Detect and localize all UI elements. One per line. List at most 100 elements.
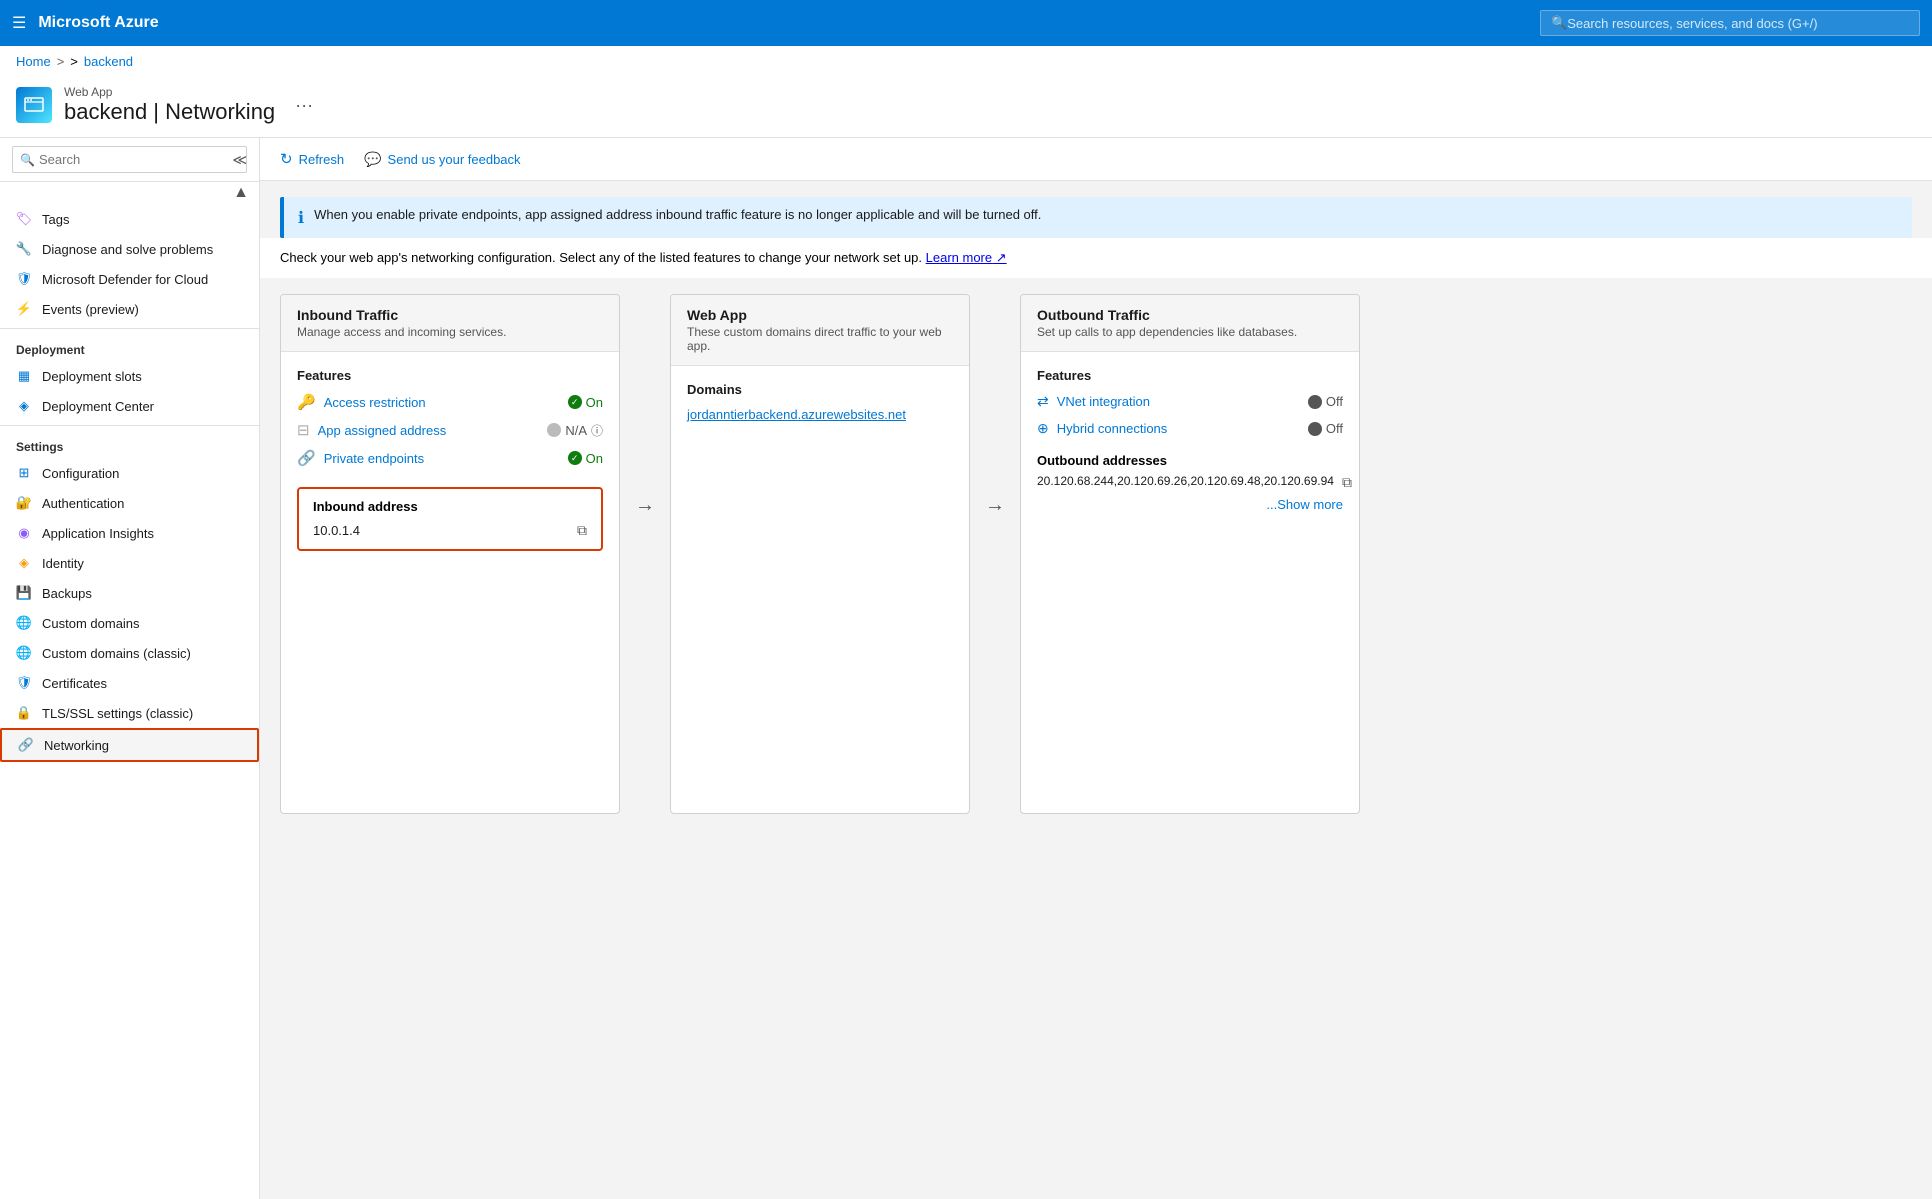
sidebar-item-certificates[interactable]: 🛡 Certificates: [0, 668, 259, 698]
status-off-dot2: [1308, 422, 1322, 436]
domains-label: Domains: [687, 382, 953, 397]
breadcrumb-home[interactable]: Home: [16, 54, 51, 69]
description-bar: Check your web app's networking configur…: [260, 238, 1932, 278]
arrow-inbound-to-webapp: →: [620, 294, 670, 517]
sidebar-item-app-insights[interactable]: ◉ Application Insights: [0, 518, 259, 548]
outbound-traffic-box: Outbound Traffic Set up calls to app dep…: [1020, 294, 1360, 814]
sidebar-label-diagnose: Diagnose and solve problems: [42, 242, 213, 257]
sidebar-item-defender[interactable]: 🛡 Microsoft Defender for Cloud: [0, 264, 259, 294]
feedback-button[interactable]: 💬 Send us your feedback: [364, 147, 520, 172]
deployment-slots-icon: ▦: [16, 368, 32, 384]
sidebar-label-tls-ssl: TLS/SSL settings (classic): [42, 706, 193, 721]
refresh-button[interactable]: ↻ Refresh: [280, 146, 344, 172]
learn-more-link[interactable]: Learn more ↗: [926, 250, 1007, 265]
sidebar-item-diagnose[interactable]: 🔧 Diagnose and solve problems: [0, 234, 259, 264]
private-endpoints-icon: 🔗: [297, 449, 316, 467]
breadcrumb-sep2: >: [70, 54, 78, 69]
hamburger-menu[interactable]: ☰: [12, 13, 26, 33]
status-on-dot: ✓: [568, 395, 582, 409]
networking-icon: 🔗: [18, 737, 34, 753]
private-endpoints-link[interactable]: Private endpoints: [324, 451, 560, 466]
sidebar-item-configuration[interactable]: ⊞ Configuration: [0, 458, 259, 488]
sidebar-item-tls-ssl[interactable]: 🔒 TLS/SSL settings (classic): [0, 698, 259, 728]
global-search-placeholder: Search resources, services, and docs (G+…: [1567, 16, 1817, 31]
sidebar-search-input[interactable]: [12, 146, 247, 173]
hybrid-link[interactable]: Hybrid connections: [1057, 421, 1300, 436]
content-area: ↻ Refresh 💬 Send us your feedback ℹ When…: [260, 138, 1932, 1199]
app-insights-icon: ◉: [16, 525, 32, 541]
sidebar-label-tags: Tags: [42, 212, 69, 227]
sidebar-item-identity[interactable]: ◈ Identity: [0, 548, 259, 578]
page-header: Web App backend | Networking ···: [0, 77, 1932, 138]
access-restriction-status: ✓ On: [568, 395, 603, 410]
sidebar-item-authentication[interactable]: 🔐 Authentication: [0, 488, 259, 518]
app-assigned-icon: ⊟: [297, 421, 310, 439]
private-endpoints-status: ✓ On: [568, 451, 603, 466]
sidebar-item-networking[interactable]: 🔗 Networking: [0, 728, 259, 762]
inbound-address-box: Inbound address 10.0.1.4 ⧉: [297, 487, 603, 551]
networking-diagram: Inbound Traffic Manage access and incomi…: [260, 278, 1932, 830]
outbound-header: Outbound Traffic Set up calls to app dep…: [1021, 295, 1359, 352]
domain-link[interactable]: jordanntierbackend.azurewebsites.net: [687, 407, 906, 422]
sidebar-item-custom-domains[interactable]: 🌐 Custom domains: [0, 608, 259, 638]
sidebar-label-custom-domains-classic: Custom domains (classic): [42, 646, 191, 661]
outbound-features-label: Features: [1037, 368, 1343, 383]
outbound-body: Features ⇄ VNet integration Off ⊕ Hybrid: [1021, 352, 1359, 528]
backups-icon: 💾: [16, 585, 32, 601]
arrow-icon-2: →: [985, 494, 1005, 517]
copy-outbound-addresses-button[interactable]: ⧉: [1342, 474, 1352, 491]
feature-row-vnet: ⇄ VNet integration Off: [1037, 393, 1343, 410]
identity-icon: ◈: [16, 555, 32, 571]
sidebar-item-custom-domains-classic[interactable]: 🌐 Custom domains (classic): [0, 638, 259, 668]
webapp-title: Web App: [687, 307, 953, 323]
app-assigned-link[interactable]: App assigned address: [318, 423, 540, 438]
custom-domains-classic-icon: 🌐: [16, 645, 32, 661]
outbound-title: Outbound Traffic: [1037, 307, 1343, 323]
inbound-subtitle: Manage access and incoming services.: [297, 325, 603, 339]
arrow-webapp-to-outbound: →: [970, 294, 1020, 517]
custom-domains-icon: 🌐: [16, 615, 32, 631]
inbound-traffic-box: Inbound Traffic Manage access and incomi…: [280, 294, 620, 814]
sidebar-item-events[interactable]: ⚡ Events (preview): [0, 294, 259, 324]
show-more-link[interactable]: ...Show more: [1037, 497, 1343, 512]
vnet-link[interactable]: VNet integration: [1057, 394, 1300, 409]
sidebar-collapse-button[interactable]: ≪: [232, 151, 247, 168]
access-restriction-icon: 🔑: [297, 393, 316, 411]
copy-inbound-address-button[interactable]: ⧉: [577, 522, 587, 539]
outbound-subtitle: Set up calls to app dependencies like da…: [1037, 325, 1343, 339]
sidebar-label-custom-domains: Custom domains: [42, 616, 140, 631]
sidebar-label-certificates: Certificates: [42, 676, 107, 691]
vnet-status-text: Off: [1326, 394, 1343, 409]
sidebar-label-events: Events (preview): [42, 302, 139, 317]
outbound-addresses-value: 20.120.68.244,20.120.69.26,20.120.69.48,…: [1037, 474, 1334, 488]
refresh-icon: ↻: [280, 150, 293, 168]
inbound-body: Features 🔑 Access restriction ✓ On ⊟ App: [281, 352, 619, 567]
sidebar-item-deployment-slots[interactable]: ▦ Deployment slots: [0, 361, 259, 391]
breadcrumb-backend[interactable]: backend: [84, 54, 133, 69]
status-on-dot2: ✓: [568, 451, 582, 465]
webapp-icon: [16, 87, 52, 123]
webapp-header: Web App These custom domains direct traf…: [671, 295, 969, 366]
more-options-button[interactable]: ···: [295, 95, 313, 116]
outbound-addresses-label: Outbound addresses: [1037, 453, 1343, 468]
sidebar-item-tags[interactable]: 🏷 Tags: [0, 204, 259, 234]
page-subtitle: Web App: [64, 85, 275, 99]
outbound-addresses-section: Outbound addresses 20.120.68.244,20.120.…: [1037, 453, 1343, 512]
sidebar-item-deployment-center[interactable]: ◈ Deployment Center: [0, 391, 259, 421]
sidebar-item-backups[interactable]: 💾 Backups: [0, 578, 259, 608]
info-banner-text: When you enable private endpoints, app a…: [314, 207, 1041, 222]
tags-icon: 🏷: [16, 211, 32, 227]
sidebar-divider-1: [0, 328, 259, 329]
status-off-dot1: [1308, 395, 1322, 409]
access-restriction-link[interactable]: Access restriction: [324, 395, 560, 410]
authentication-icon: 🔐: [16, 495, 32, 511]
outbound-addresses-row: 20.120.68.244,20.120.69.26,20.120.69.48,…: [1037, 474, 1343, 491]
app-assigned-info-icon: ⓘ: [591, 422, 603, 439]
refresh-label: Refresh: [299, 152, 345, 167]
sidebar-label-backups: Backups: [42, 586, 92, 601]
feature-row-access-restriction: 🔑 Access restriction ✓ On: [297, 393, 603, 411]
sidebar-divider-2: [0, 425, 259, 426]
global-search-bar[interactable]: 🔍 Search resources, services, and docs (…: [1540, 10, 1920, 36]
brand-name: Microsoft Azure: [38, 14, 1528, 32]
sidebar-label-deployment-center: Deployment Center: [42, 399, 154, 414]
